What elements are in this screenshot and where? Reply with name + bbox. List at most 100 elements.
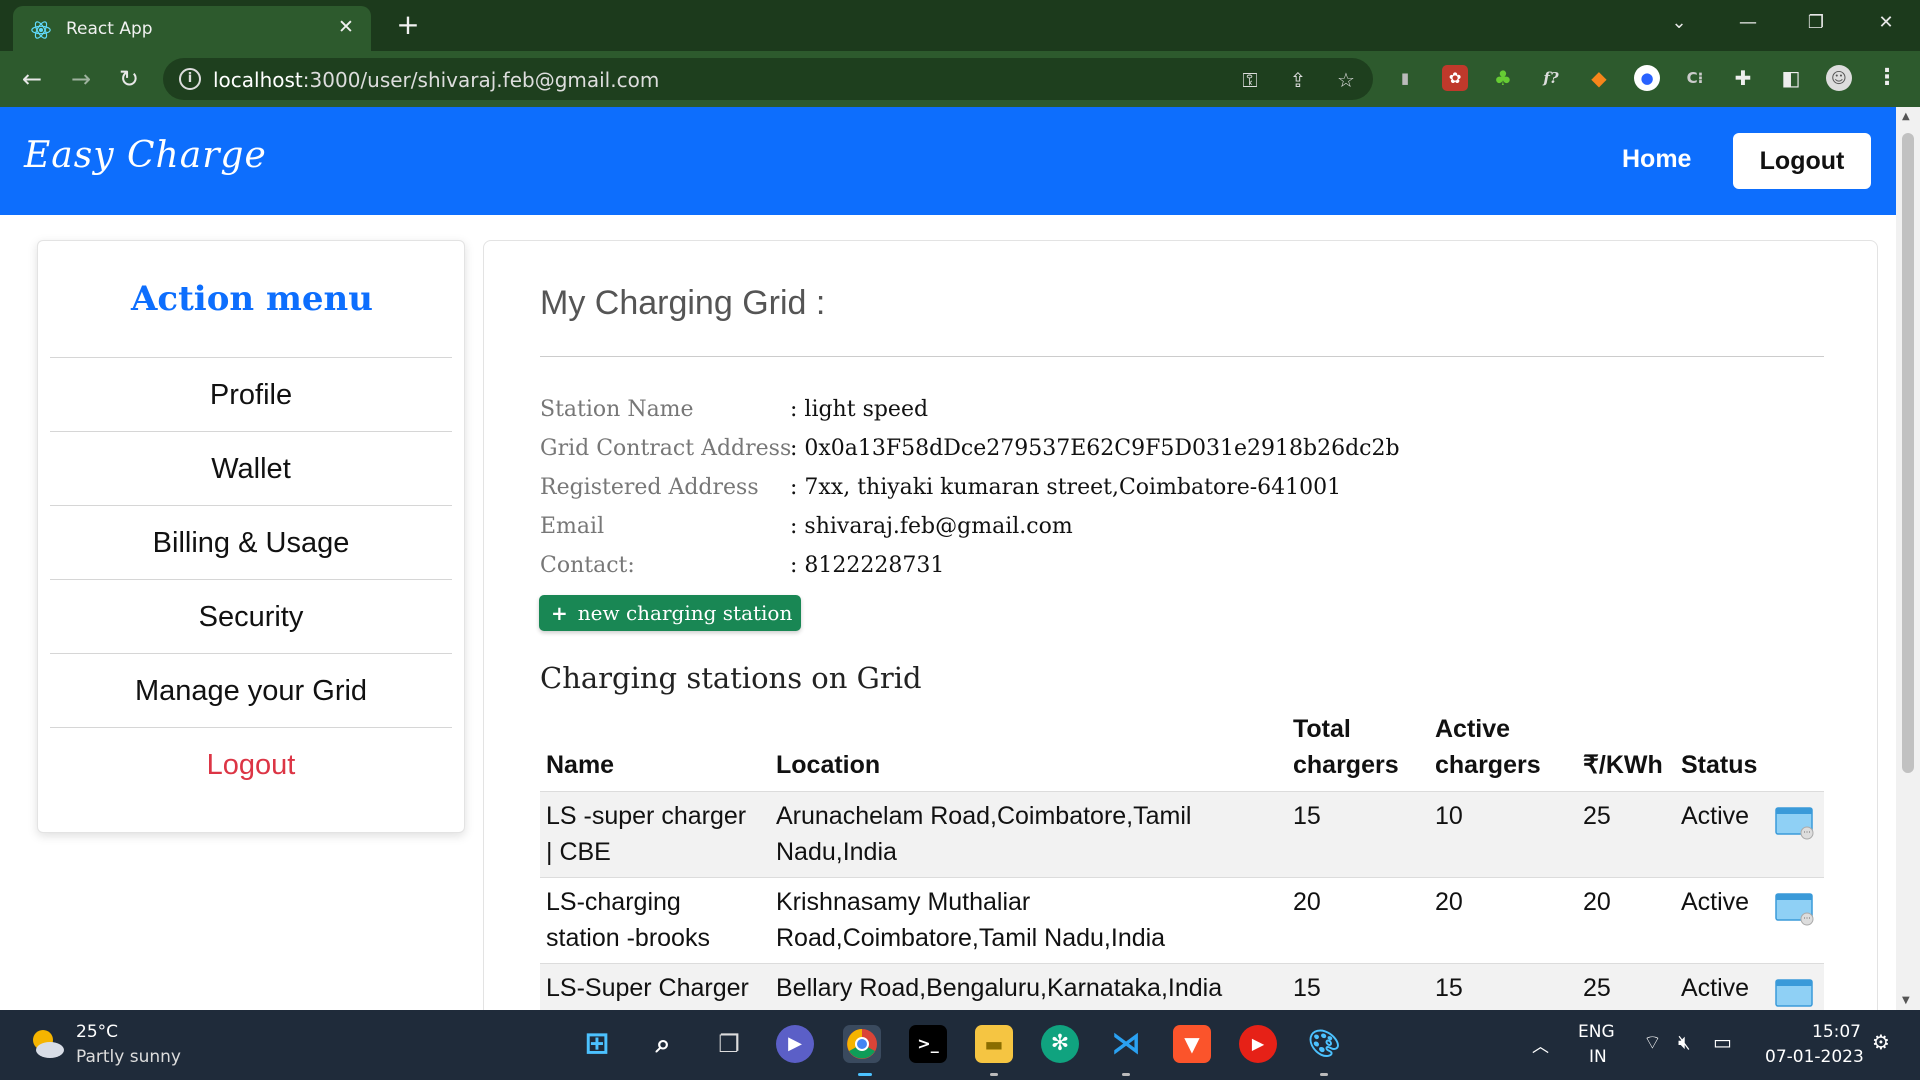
bookmark-star-icon[interactable]: ☆ [1333,67,1359,93]
menu-item-billing-usage[interactable]: Billing & Usage [50,505,452,579]
key-icon[interactable]: ⚿ [1237,67,1263,93]
file-explorer-icon[interactable]: ▬ [975,1025,1013,1063]
notifications-icon[interactable]: ⚙ [1872,1030,1890,1054]
cell-total: 20 [1293,888,1321,916]
running-indicator [990,1073,998,1076]
clock-time[interactable]: 15:07 [1812,1022,1861,1042]
tab-search-icon[interactable]: ⌄ [1659,8,1699,38]
url-text[interactable]: localhost:3000/user/shivaraj.feb@gmail.c… [213,68,659,92]
teams-chat-icon[interactable]: ▶ [776,1025,814,1063]
forward-button[interactable]: → [65,63,97,95]
close-window-button[interactable]: ✕ [1866,8,1906,38]
cell-name: LS -super charger [546,802,747,830]
station-details-icon[interactable]: ··· [1775,806,1815,840]
table-row[interactable]: LS -super charger | CBE Arunachelam Road… [540,791,1824,877]
profile-avatar-icon[interactable]: ☺ [1826,65,1852,91]
extension-bottle-icon[interactable]: ▮ [1392,65,1418,91]
terminal-icon[interactable]: >_ [909,1025,947,1063]
wifi-icon[interactable]: ⌔ [1643,1030,1662,1055]
site-info-icon[interactable]: i [179,68,201,90]
info-value: : 8122228731 [790,553,945,578]
reload-button[interactable]: ↻ [113,63,145,95]
chatgpt-icon[interactable]: ✻ [1041,1025,1079,1063]
nav-home-link[interactable]: Home [1622,145,1691,174]
search-icon[interactable]: ⌕ [644,1025,682,1063]
address-bar[interactable]: i localhost:3000/user/shivaraj.feb@gmail… [163,58,1373,100]
cell-total: 15 [1293,802,1321,830]
brand-logo[interactable]: Easy Charge [24,135,267,176]
cell-rate: 25 [1583,974,1611,1002]
extension-tree-icon[interactable]: ♣ [1490,65,1516,91]
volume-muted-icon[interactable]: 🔇︎ [1678,1030,1691,1054]
extension-c-icon[interactable]: C⁝ [1682,65,1708,91]
cell-name-2: station -brooks [546,924,710,952]
cell-status: Active [1681,974,1750,1002]
vscode-icon[interactable]: ⋊ [1107,1025,1145,1063]
scroll-up-arrow-icon[interactable]: ▲ [1902,111,1910,122]
tab-title: React App [66,19,153,39]
new-station-label: new charging station [577,601,793,625]
partly-sunny-icon[interactable] [28,1025,66,1063]
paint-icon[interactable]: 🎨︎ [1305,1025,1343,1063]
table-row[interactable]: LS-charging station -brooks Krishnasamy … [540,877,1824,963]
weather-description[interactable]: Partly sunny [76,1047,181,1067]
side-panel-icon[interactable]: ◧ [1778,65,1804,91]
table-row[interactable]: LS-Super Charger Bellary Road,Bengaluru,… [540,963,1824,1010]
col-header-status: Status [1681,751,1758,779]
restore-button[interactable]: ❐ [1796,8,1836,38]
cell-location: Krishnasamy Muthaliar [776,888,1031,916]
region-code[interactable]: IN [1589,1047,1607,1067]
cell-location-2: Nadu,India [776,838,897,866]
info-label: Grid Contract Address [540,436,792,461]
extension-red-icon[interactable]: ✿ [1442,65,1468,91]
extension-circle-icon[interactable]: ● [1634,65,1660,91]
chrome-logo-icon [847,1029,877,1059]
clock-date[interactable]: 07-01-2023 [1765,1047,1864,1067]
col-header-name: Name [546,751,615,779]
info-label: Station Name [540,397,694,422]
back-button[interactable]: ← [16,63,48,95]
extension-function-icon[interactable]: f? [1538,65,1564,91]
scroll-down-arrow-icon[interactable]: ▼ [1902,995,1910,1006]
menu-item-security[interactable]: Security [50,579,452,653]
info-value: : shivaraj.feb@gmail.com [790,514,1073,539]
weather-temperature[interactable]: 25°C [76,1022,118,1042]
station-details-icon[interactable] [1775,978,1815,1010]
share-icon[interactable]: ⇪ [1285,67,1311,93]
close-tab-icon[interactable]: ✕ [335,16,357,38]
cell-name-2: | CBE [546,838,611,866]
cell-status: Active [1681,802,1750,830]
running-indicator [1320,1073,1328,1076]
new-charging-station-button[interactable]: + new charging station [539,595,801,631]
chrome-icon[interactable] [843,1025,881,1063]
language-code[interactable]: ENG [1578,1022,1615,1042]
col-header-active-2: chargers [1435,751,1541,779]
task-view-icon[interactable]: ❐ [710,1025,748,1063]
active-app-indicator [858,1073,872,1076]
station-details-icon[interactable]: ··· [1775,892,1815,926]
minimize-button[interactable]: — [1728,8,1768,38]
scrollbar-thumb[interactable] [1902,133,1914,773]
more-menu-icon[interactable]: ⋮ [1874,65,1900,91]
cell-active: 10 [1435,802,1463,830]
info-label: Contact: [540,553,635,578]
browser-tab[interactable]: React App ✕ [13,6,371,51]
page-scrollbar[interactable]: ▲ ▼ [1896,107,1920,1010]
brave-icon[interactable]: ▼ [1173,1025,1211,1063]
cell-rate: 25 [1583,802,1611,830]
info-label: Registered Address [540,475,759,500]
menu-item-wallet[interactable]: Wallet [50,431,452,505]
youtube-music-icon[interactable]: ▶ [1239,1025,1277,1063]
nav-logout-button[interactable]: Logout [1733,133,1871,189]
page-viewport: Easy Charge Home Logout Action menu Prof… [0,107,1896,1010]
windows-start-icon[interactable]: ⊞ [578,1025,616,1063]
extensions-puzzle-icon[interactable]: ✚ [1730,65,1756,91]
cell-name: LS-Super Charger [546,974,749,1002]
battery-charging-icon[interactable]: ▭ [1713,1030,1732,1054]
menu-item-manage-grid[interactable]: Manage your Grid [50,653,452,727]
menu-item-profile[interactable]: Profile [50,357,452,431]
show-hidden-icons-chevron-icon[interactable]: ︿ [1532,1032,1549,1057]
menu-item-logout[interactable]: Logout [50,727,452,801]
metamask-icon[interactable]: ◆ [1586,65,1612,91]
new-tab-button[interactable]: + [393,10,423,40]
